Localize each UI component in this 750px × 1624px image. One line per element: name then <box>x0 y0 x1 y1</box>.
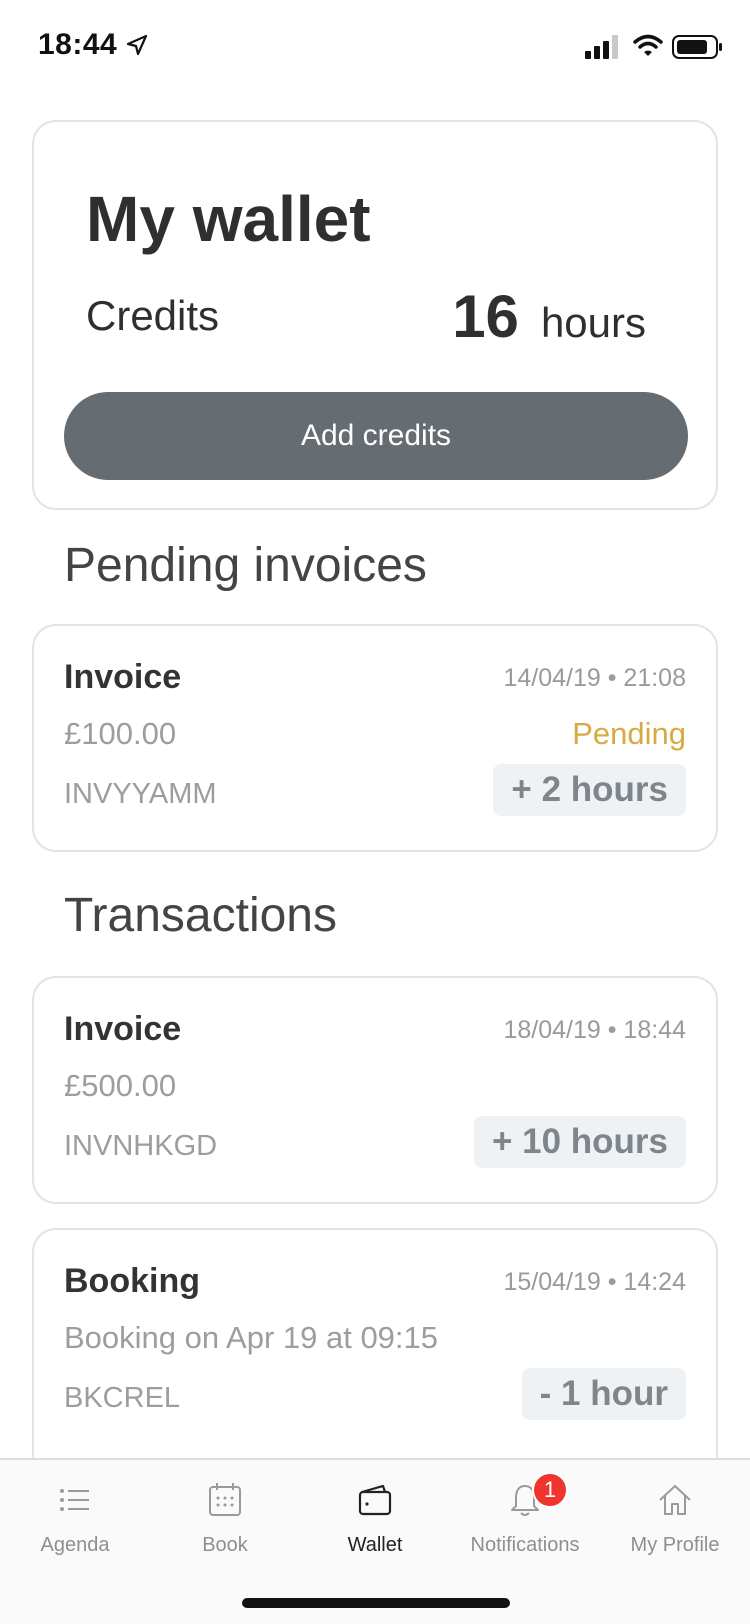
item-date: 15/04/19 • 14:24 <box>503 1268 686 1296</box>
status-badge: Pending <box>572 716 686 751</box>
item-title: Invoice <box>64 1010 182 1048</box>
credits-label: Credits <box>86 292 220 339</box>
item-reference: INVYYAMM <box>64 778 217 810</box>
location-arrow-icon <box>126 34 148 56</box>
tab-label: Notifications <box>470 1534 580 1556</box>
item-title: Booking <box>64 1262 200 1300</box>
tab-agenda[interactable]: Agenda <box>0 1460 150 1570</box>
tab-label: Agenda <box>40 1534 110 1556</box>
status-bar: 18:44 <box>0 0 750 90</box>
add-credits-button[interactable]: Add credits <box>64 392 688 480</box>
hours-badge: + 10 hours <box>473 1116 686 1168</box>
transaction-card[interactable]: Invoice 18/04/19 • 18:44 £500.00 INVNHKG… <box>32 976 718 1204</box>
tab-book[interactable]: Book <box>150 1460 300 1570</box>
page-title: My wallet <box>86 183 371 255</box>
wallet-icon <box>358 1484 392 1516</box>
item-reference: INVNHKGD <box>64 1130 218 1162</box>
item-amount: £100.00 <box>64 716 177 751</box>
tab-label: Wallet <box>347 1534 403 1556</box>
wifi-icon <box>633 34 663 56</box>
transaction-card[interactable]: Booking 15/04/19 • 14:24 Booking on Apr … <box>32 1228 718 1488</box>
tab-label: Book <box>202 1534 248 1556</box>
transactions-heading: Transactions <box>64 889 337 942</box>
wallet-card: My wallet Credits 16 hours Add credits <box>32 120 718 510</box>
tab-label: My Profile <box>630 1534 720 1556</box>
tab-notifications[interactable]: 1 Notifications <box>450 1460 600 1570</box>
item-date: 14/04/19 • 21:08 <box>503 664 686 692</box>
tab-my-profile[interactable]: My Profile <box>600 1460 750 1570</box>
credits-number: 16 <box>452 283 519 350</box>
credits-amount: 16 hours <box>452 282 646 351</box>
item-amount: £500.00 <box>64 1068 177 1103</box>
notification-count-badge: 1 <box>532 1472 568 1508</box>
home-indicator <box>242 1598 510 1608</box>
item-title: Invoice <box>64 658 182 696</box>
pending-invoices-heading: Pending invoices <box>64 539 427 592</box>
item-reference: BKCREL <box>64 1382 181 1414</box>
credits-unit: hours <box>540 299 646 346</box>
hours-badge: - 1 hour <box>521 1368 686 1420</box>
tab-wallet[interactable]: Wallet <box>300 1460 450 1570</box>
signal-icon <box>585 35 618 59</box>
battery-icon <box>672 35 722 59</box>
status-time: 18:44 <box>38 28 118 61</box>
hours-badge: + 2 hours <box>493 764 686 816</box>
pending-invoice-card[interactable]: Invoice 14/04/19 • 21:08 £100.00 Pending… <box>32 624 718 852</box>
item-description: Booking on Apr 19 at 09:15 <box>64 1320 439 1355</box>
list-icon <box>60 1489 89 1511</box>
calendar-icon <box>209 1483 241 1516</box>
item-date: 18/04/19 • 18:44 <box>503 1016 686 1044</box>
home-icon <box>659 1485 691 1515</box>
